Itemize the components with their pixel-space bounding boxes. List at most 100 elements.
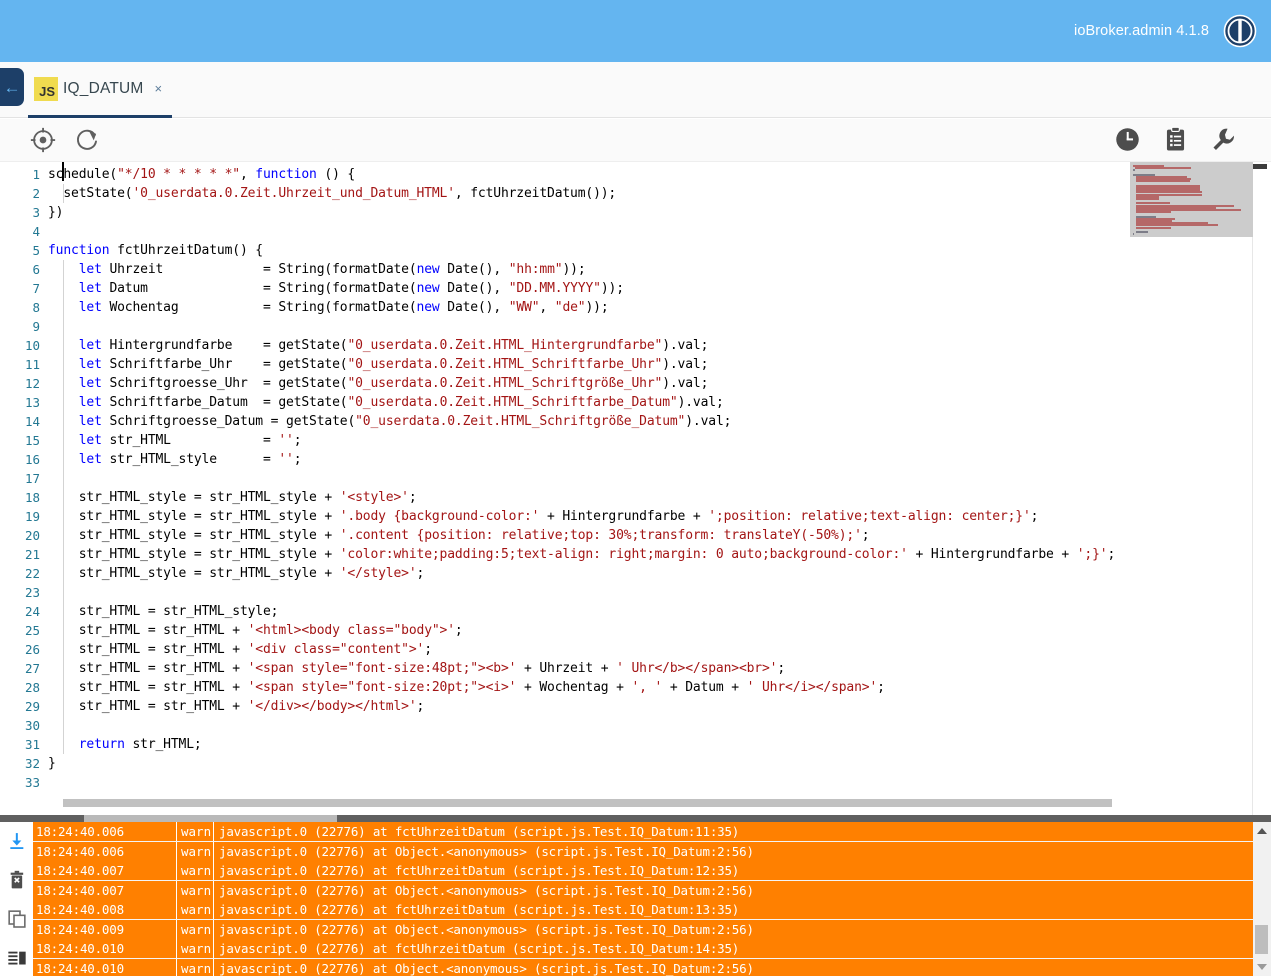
- app-header: ioBroker.admin 4.1.8: [0, 0, 1271, 62]
- log-timestamp: 18:24:40.006: [36, 843, 124, 859]
- locate-target-icon[interactable]: [30, 127, 56, 158]
- line-number: 24: [24, 604, 40, 619]
- log-severity: warn: [181, 843, 212, 859]
- log-message: javascript.0 (22776) at Object.<anonymou…: [219, 843, 754, 859]
- minimap-line: [1136, 211, 1172, 214]
- editor-right-divider: [1252, 237, 1253, 815]
- code-line[interactable]: let Schriftfarbe_Datum = getState("0_use…: [48, 393, 724, 412]
- line-number: 4: [32, 224, 40, 239]
- code-line[interactable]: [48, 716, 56, 735]
- clear-log-icon[interactable]: [7, 870, 27, 895]
- iobroker-logo-icon: [1223, 14, 1257, 48]
- editor-minimap[interactable]: [1130, 162, 1253, 237]
- code-line[interactable]: let Uhrzeit = String(formatDate(new Date…: [48, 260, 586, 279]
- code-line[interactable]: str_HTML = str_HTML + '<html><body class…: [48, 621, 463, 640]
- line-number: 11: [24, 357, 40, 372]
- code-line[interactable]: }): [48, 203, 64, 222]
- line-number: 13: [24, 395, 40, 410]
- code-line[interactable]: str_HTML = str_HTML + '<div class="conte…: [48, 640, 432, 659]
- code-line[interactable]: let str_HTML = '';: [48, 431, 302, 450]
- code-line[interactable]: str_HTML_style = str_HTML_style + '.cont…: [48, 526, 870, 545]
- log-timestamp: 18:24:40.010: [36, 941, 124, 956]
- code-line[interactable]: let Schriftfarbe_Uhr = getState("0_userd…: [48, 355, 709, 374]
- line-number: 16: [24, 452, 40, 467]
- code-line[interactable]: str_HTML = str_HTML + '</div></body></ht…: [48, 697, 425, 716]
- code-line[interactable]: [48, 773, 56, 792]
- log-vertical-scrollbar[interactable]: [1253, 822, 1271, 976]
- wrench-settings-icon[interactable]: [1210, 126, 1237, 158]
- log-row[interactable]: 18:24:40.010 warn javascript.0 (22776) at …: [33, 939, 1253, 958]
- refresh-icon[interactable]: [74, 127, 100, 158]
- close-icon[interactable]: ×: [155, 81, 163, 96]
- code-line[interactable]: [48, 317, 56, 336]
- minimap-line: [1136, 226, 1172, 229]
- code-line[interactable]: str_HTML_style = str_HTML_style + '<styl…: [48, 488, 417, 507]
- line-number: 23: [24, 585, 40, 600]
- editor-horizontal-scrollbar[interactable]: [63, 799, 1112, 807]
- minimap-line: [1136, 198, 1159, 200]
- log-row[interactable]: 18:24:40.007 warn javascript.0 (22776) at …: [33, 861, 1253, 880]
- code-line[interactable]: let Datum = String(formatDate(new Date()…: [48, 279, 624, 298]
- code-line[interactable]: return str_HTML;: [48, 735, 202, 754]
- log-message: javascript.0 (22776) at fctUhrzeitDatum …: [219, 941, 740, 956]
- editor-toolbar: [0, 119, 1271, 162]
- code-content[interactable]: schedule("*/10 * * * * *", function () {…: [48, 162, 1271, 815]
- copy-log-icon[interactable]: [7, 909, 27, 934]
- log-message: javascript.0 (22776) at Object.<anonymou…: [219, 921, 754, 937]
- log-row[interactable]: 18:24:40.006 warn javascript.0 (22776) at …: [33, 822, 1253, 841]
- clock-history-icon[interactable]: [1114, 126, 1141, 158]
- log-panel: 18:24:40.006 warn javascript.0 (22776) at …: [0, 815, 1271, 976]
- code-line[interactable]: str_HTML = str_HTML + '<span style="font…: [48, 678, 885, 697]
- scroll-up-arrow-icon[interactable]: [1257, 828, 1267, 834]
- log-panel-splitter[interactable]: [0, 815, 1271, 822]
- download-log-icon[interactable]: [7, 831, 27, 856]
- log-scroll-thumb[interactable]: [1255, 925, 1268, 954]
- tab-iq-datum[interactable]: JS IQ_DATUM ×: [28, 62, 173, 118]
- back-button[interactable]: ←: [0, 68, 24, 106]
- log-rows[interactable]: 18:24:40.006 warn javascript.0 (22776) at …: [33, 822, 1253, 976]
- code-line[interactable]: str_HTML_style = str_HTML_style + 'color…: [48, 545, 1116, 564]
- editor-vertical-scrollbar[interactable]: [1253, 162, 1265, 815]
- log-splitter-thumb[interactable]: [84, 815, 337, 822]
- code-line[interactable]: [48, 222, 56, 241]
- code-editor[interactable]: 1 2 3 4 5 6 7 8 9 10 11 12 13 14 15 16 17 18 19 20 21 22 23 24 2…: [0, 162, 1271, 815]
- line-number: 17: [24, 471, 40, 486]
- code-line[interactable]: str_HTML = str_HTML_style;: [48, 602, 279, 621]
- log-message: javascript.0 (22776) at Object.<anonymou…: [219, 882, 754, 898]
- editor-toolbar-left: [30, 127, 100, 158]
- code-line[interactable]: setState('0_userdata.0.Zeit.Uhrzeit_und_…: [48, 184, 616, 203]
- log-severity: warn: [181, 882, 212, 898]
- vertical-scroll-thumb[interactable]: [1253, 164, 1267, 169]
- line-number: 2: [32, 186, 40, 201]
- app-title: ioBroker.admin 4.1.8: [1074, 23, 1209, 39]
- scroll-down-arrow-icon[interactable]: [1257, 964, 1267, 970]
- log-timestamp: 18:24:40.010: [36, 960, 124, 976]
- code-line[interactable]: schedule("*/10 * * * * *", function () {: [48, 165, 355, 184]
- code-line[interactable]: str_HTML = str_HTML + '<span style="font…: [48, 659, 785, 678]
- code-line[interactable]: str_HTML_style = str_HTML_style + '</sty…: [48, 564, 425, 583]
- log-row[interactable]: 18:24:40.010 warn javascript.0 (22776) at …: [33, 958, 1253, 976]
- code-line[interactable]: }: [48, 754, 56, 773]
- back-arrow-icon: ←: [3, 77, 21, 97]
- code-line[interactable]: let Schriftgroesse_Datum = getState("0_u…: [48, 412, 732, 431]
- code-line[interactable]: let Schriftgroesse_Uhr = getState("0_use…: [48, 374, 709, 393]
- line-number: 9: [32, 319, 40, 334]
- log-row[interactable]: 18:24:40.008 warn javascript.0 (22776) at …: [33, 900, 1253, 919]
- log-message: javascript.0 (22776) at fctUhrzeitDatum …: [219, 902, 740, 917]
- code-line[interactable]: let str_HTML_style = '';: [48, 450, 302, 469]
- log-row[interactable]: 18:24:40.009 warn javascript.0 (22776) at …: [33, 919, 1253, 939]
- log-row[interactable]: 18:24:40.007 warn javascript.0 (22776) at …: [33, 880, 1253, 900]
- code-line[interactable]: [48, 469, 56, 488]
- line-number: 6: [32, 262, 40, 277]
- code-line[interactable]: let Wochentag = String(formatDate(new Da…: [48, 298, 609, 317]
- toggle-log-layout-icon[interactable]: [7, 948, 27, 973]
- clipboard-list-icon[interactable]: [1162, 126, 1189, 158]
- tab-label: IQ_DATUM: [63, 79, 144, 97]
- code-line[interactable]: [48, 583, 56, 602]
- log-severity: warn: [181, 824, 212, 839]
- minimap-line: [1134, 167, 1191, 170]
- log-row[interactable]: 18:24:40.006 warn javascript.0 (22776) at …: [33, 841, 1253, 861]
- code-line[interactable]: let Hintergrundfarbe = getState("0_userd…: [48, 336, 709, 355]
- code-line[interactable]: str_HTML_style = str_HTML_style + '.body…: [48, 507, 1039, 526]
- code-line[interactable]: function fctUhrzeitDatum() {: [48, 241, 263, 260]
